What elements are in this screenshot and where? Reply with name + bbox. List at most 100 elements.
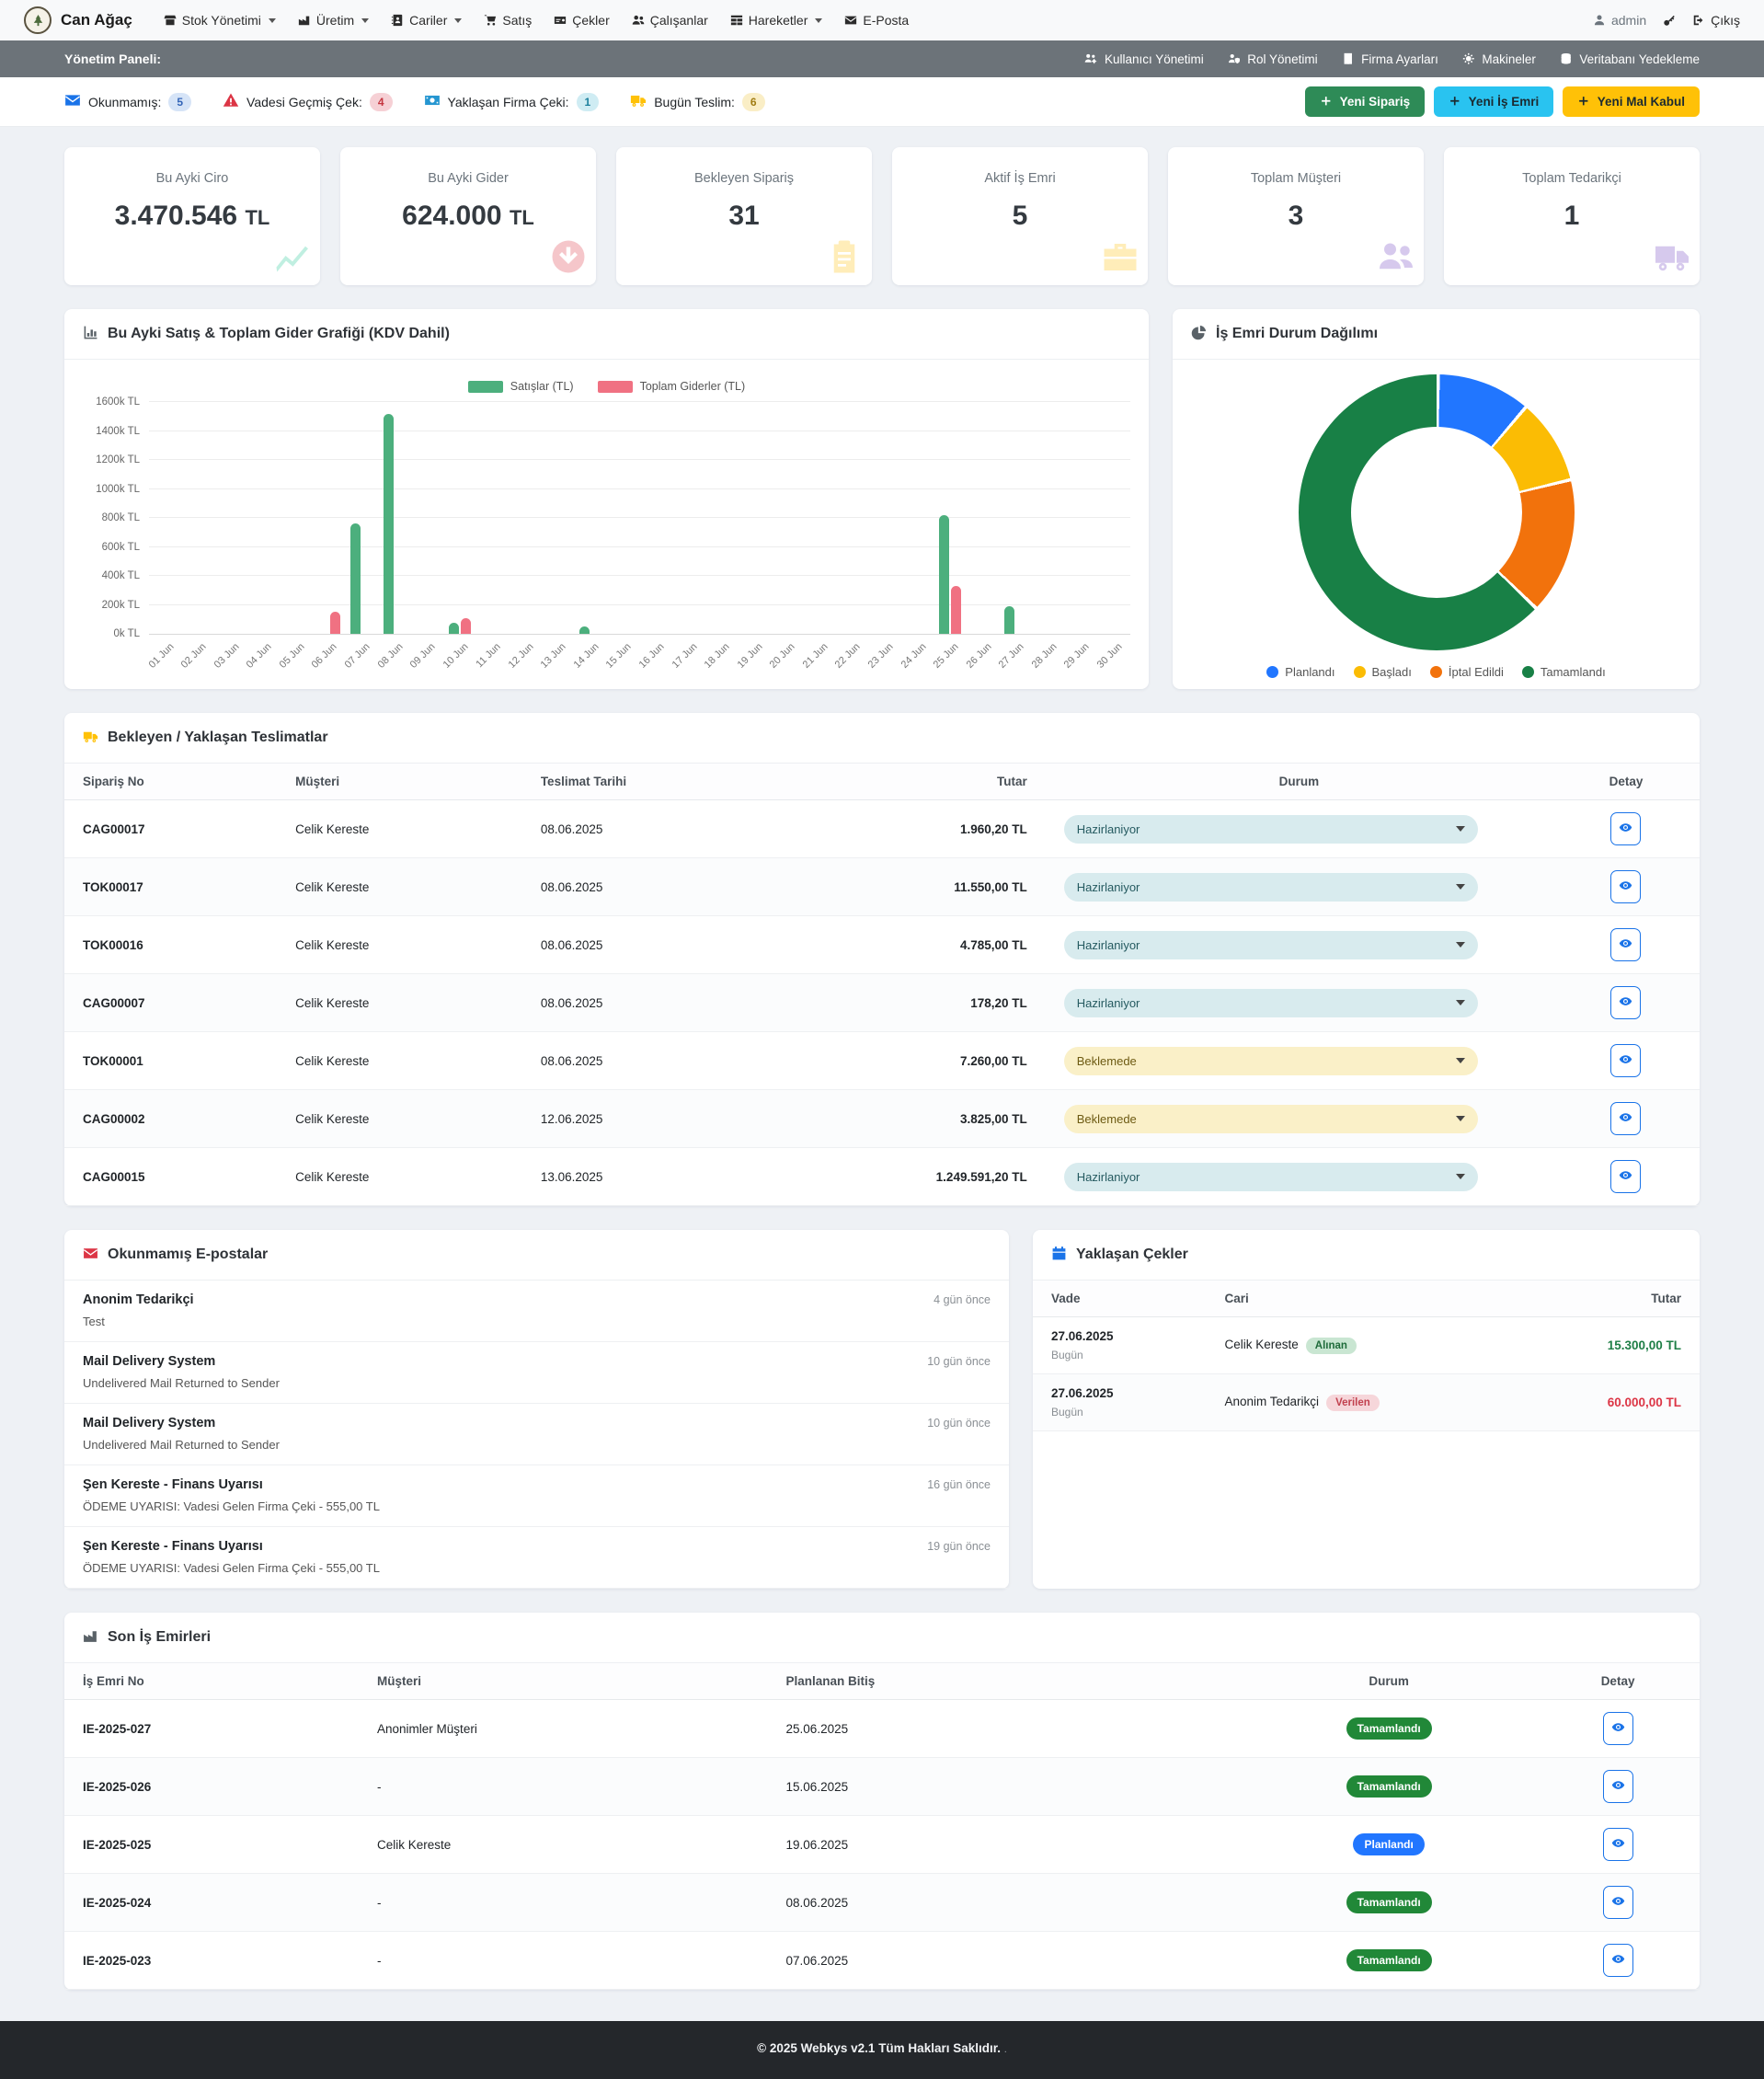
logout-button[interactable]: Çıkış [1692, 13, 1740, 28]
work-order-no: IE-2025-023 [64, 1932, 359, 1990]
chevron-down-icon [1456, 826, 1465, 832]
amount: 3.825,00 TL [800, 1090, 1046, 1148]
new-goods-receipt-button[interactable]: Yeni Mal Kabul [1563, 86, 1700, 117]
x-tick: 30 Jun [1097, 634, 1130, 674]
stat-label: Bekleyen Sipariş [631, 171, 857, 186]
detail-button[interactable] [1610, 1044, 1641, 1077]
table-row: IE-2025-023-07.06.2025Tamamlandı [64, 1932, 1700, 1990]
email-list-item[interactable]: Mail Delivery System10 gün önceUndeliver… [64, 1404, 1009, 1465]
y-tick-label: 1600k TL [96, 396, 140, 408]
bar-group [345, 402, 378, 634]
password-button[interactable] [1663, 14, 1676, 27]
new-order-button[interactable]: Yeni Sipariş [1305, 86, 1425, 117]
checks-table: VadeCariTutar 27.06.2025BugünCelik Keres… [1033, 1281, 1700, 1431]
navbar-item-cariler[interactable]: Cariler [382, 7, 471, 33]
bar-toplam-giderler-tl- [951, 586, 961, 634]
envelope-icon [64, 92, 81, 111]
stat-card-bu-ayki-ciro: Bu Ayki Ciro3.470.546 TL [64, 147, 320, 285]
navbar-item-hareketler[interactable]: Hareketler [721, 7, 832, 33]
chevron-down-icon [454, 18, 462, 23]
navbar-item-üretim[interactable]: Üretim [289, 7, 378, 33]
bar-group [771, 402, 804, 634]
bar-group [639, 402, 672, 634]
admin-link-veritabanı-yedekleme[interactable]: Veritabanı Yedekleme [1560, 52, 1700, 66]
y-tick-label: 200k TL [102, 600, 140, 611]
status-select[interactable]: Hazirlaniyor [1064, 989, 1478, 1017]
detail-button[interactable] [1610, 928, 1641, 961]
check-date: 27.06.2025 [1051, 1329, 1188, 1343]
x-tick: 19 Jun [738, 634, 771, 674]
alert-items: Okunmamış:5Vadesi Geçmiş Çek:4Yaklaşan F… [64, 92, 765, 111]
detail-button[interactable] [1610, 812, 1641, 845]
y-tick-label: 1200k TL [96, 454, 140, 465]
detail-button[interactable] [1610, 1160, 1641, 1193]
navbar-item-satış[interactable]: Satış [475, 7, 541, 33]
status-chart-title: İş Emri Durum Dağılımı [1216, 326, 1378, 342]
column-header: İş Emri No [64, 1663, 359, 1700]
email-list-item[interactable]: Şen Kereste - Finans Uyarısı19 gün önceÖ… [64, 1527, 1009, 1589]
brand[interactable]: Can Ağaç [24, 6, 132, 34]
new-work-order-button[interactable]: Yeni İş Emri [1434, 86, 1553, 117]
work-order-status-card: İş Emri Durum Dağılımı PlanlandıBaşladıİ… [1173, 309, 1700, 689]
detail-button[interactable] [1603, 1712, 1633, 1745]
chart-pie-icon [1191, 325, 1207, 343]
detail-button[interactable] [1603, 1828, 1633, 1861]
legend-dot [1354, 666, 1366, 678]
admin-link-makineler[interactable]: Makineler [1462, 52, 1536, 66]
customer: Celik Kereste [277, 1148, 522, 1206]
status-select[interactable]: Hazirlaniyor [1064, 1163, 1478, 1191]
wo-planned-end: 15.06.2025 [768, 1758, 1243, 1816]
stat-card-bekleyen-sipariş: Bekleyen Sipariş31 [616, 147, 872, 285]
navbar-item-çalışanlar[interactable]: Çalışanlar [623, 7, 717, 33]
work-order-no: IE-2025-027 [64, 1700, 359, 1758]
emails-title: Okunmamış E-postalar [108, 1246, 268, 1263]
stat-cards-row: Bu Ayki Ciro3.470.546 TLBu Ayki Gider624… [64, 147, 1700, 285]
work-orders-card: Son İş Emirleri İş Emri NoMüşteriPlanlan… [64, 1613, 1700, 1990]
detail-button[interactable] [1603, 1944, 1633, 1977]
detail-button[interactable] [1603, 1886, 1633, 1919]
stat-label: Aktif İş Emri [907, 171, 1133, 186]
y-tick-label: 600k TL [102, 542, 140, 553]
bar-group [542, 402, 575, 634]
admin-link-rol-yönetimi[interactable]: Rol Yönetimi [1228, 52, 1318, 66]
email-list-item[interactable]: Mail Delivery System10 gün önceUndeliver… [64, 1342, 1009, 1404]
x-tick: 21 Jun [803, 634, 836, 674]
navbar-item-çekler[interactable]: Çekler [544, 7, 618, 33]
admin-link-firma-ayarları[interactable]: Firma Ayarları [1342, 52, 1438, 66]
detail-button[interactable] [1610, 870, 1641, 903]
alert-label: Yaklaşan Firma Çeki: [448, 95, 569, 109]
status-select[interactable]: Hazirlaniyor [1064, 873, 1478, 902]
wo-planned-end: 07.06.2025 [768, 1932, 1243, 1990]
order-no: TOK00016 [64, 916, 277, 974]
table-row: IE-2025-027Anonimler Müşteri25.06.2025Ta… [64, 1700, 1700, 1758]
admin-link-kullanıcı-yönetimi[interactable]: Kullanıcı Yönetimi [1084, 52, 1203, 66]
table-row: CAG00015Celik Kereste13.06.20251.249.591… [64, 1148, 1700, 1206]
donut-legend-item: İptal Edildi [1430, 665, 1504, 679]
username: admin [1611, 13, 1646, 28]
detail-button[interactable] [1610, 1102, 1641, 1135]
status-select[interactable]: Beklemede [1064, 1047, 1478, 1075]
detail-button[interactable] [1603, 1770, 1633, 1803]
clipboard-icon [826, 238, 863, 280]
eye-icon [1619, 1052, 1632, 1068]
email-list-item[interactable]: Anonim Tedarikçi4 gün önceTest [64, 1281, 1009, 1342]
status-select[interactable]: Hazirlaniyor [1064, 931, 1478, 959]
navbar-item-e-posta[interactable]: E-Posta [835, 7, 918, 33]
x-tick: 15 Jun [607, 634, 640, 674]
building-icon [1342, 52, 1355, 66]
bar-chart-plot [149, 402, 1130, 634]
status-select[interactable]: Hazirlaniyor [1064, 815, 1478, 844]
chevron-down-icon [361, 18, 369, 23]
email-time: 10 gün önce [927, 1417, 991, 1430]
donut-legend-item: Tamamlandı [1522, 665, 1606, 679]
check-party: Celik Kereste [1225, 1338, 1299, 1351]
alert-item: Okunmamış:5 [64, 92, 191, 111]
eye-icon [1619, 1110, 1632, 1126]
amount: 178,20 TL [800, 974, 1046, 1032]
table-icon [730, 13, 743, 28]
user-menu[interactable]: admin [1593, 13, 1646, 28]
email-list-item[interactable]: Şen Kereste - Finans Uyarısı16 gün önceÖ… [64, 1465, 1009, 1527]
detail-button[interactable] [1610, 986, 1641, 1019]
navbar-item-stok-yönetimi[interactable]: Stok Yönetimi [155, 7, 285, 33]
status-select[interactable]: Beklemede [1064, 1105, 1478, 1133]
